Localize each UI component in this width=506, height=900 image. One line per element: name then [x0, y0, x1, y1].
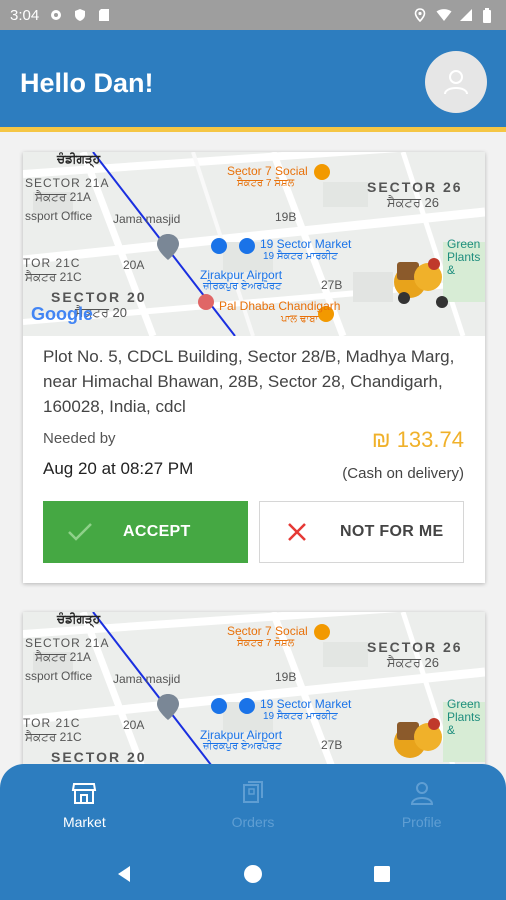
needed-by-date: Aug 20 at 08:27 PM	[43, 459, 194, 478]
map-label: Pal Dhaba Chandigarh	[219, 299, 341, 313]
nav-market[interactable]: Market	[0, 764, 169, 848]
map-label: SECTOR 20	[51, 289, 147, 305]
nav-market-label: Market	[62, 814, 106, 830]
map-label: ssport Office	[25, 209, 93, 223]
map-label: TOR 21C	[23, 716, 81, 730]
needed-by-label: Needed by	[43, 430, 116, 447]
map-label: SECTOR 26	[367, 179, 463, 195]
map-label: Green Plants &	[447, 697, 481, 737]
nav-orders-label: Orders	[231, 814, 275, 830]
map-label: ਸੈਕਟਰ 21A	[35, 190, 91, 204]
map-label: 27B	[321, 738, 343, 752]
map-label: ਸੈਕਟਰ 7 ਸੋਸ਼ਲ	[237, 638, 295, 649]
order-card[interactable]: ਚੰਡੀਗੜ੍ਹ SECTOR 21A ਸੈਕਟਰ 21A ssport Off…	[23, 612, 485, 772]
map-label: ਜ਼ੀਰਕਪੁਰ ਏਅਰਪੋਰਟ	[203, 281, 282, 292]
map-label: ਪਾਲ ਢਾਬਾ	[281, 314, 319, 325]
map-label: 19 ਸੈਕਟਰ ਮਾਰਕੀਟ	[263, 251, 338, 262]
sd-card-icon	[97, 8, 111, 22]
shield-icon	[73, 8, 87, 22]
map-label: 20A	[123, 258, 145, 272]
map-label: Jama masjid	[113, 212, 181, 226]
map-label: Jama masjid	[113, 672, 181, 686]
map-label: Zirakpur Airport	[200, 728, 283, 742]
signal-icon	[459, 8, 473, 22]
accept-button-label: ACCEPT	[123, 523, 191, 540]
google-logo: Google	[31, 304, 93, 324]
map-label: ਸੈਕਟਰ 21C	[25, 270, 82, 284]
map-label: 19B	[275, 210, 297, 224]
status-bar: 3:04	[0, 0, 506, 30]
profile-icon	[410, 782, 433, 805]
app-header: Hello Dan!	[0, 30, 506, 132]
home-icon[interactable]	[243, 864, 263, 884]
map-label: 19B	[275, 670, 297, 684]
avatar[interactable]	[425, 51, 487, 113]
bottom-nav: Market Orders Profile	[0, 764, 506, 848]
battery-icon	[482, 8, 496, 23]
payment-method: (Cash on delivery)	[342, 465, 464, 482]
map-label: ਜ਼ੀਰਕਪੁਰ ਏਅਰਪੋਰਟ	[203, 741, 282, 752]
map-label: SECTOR 21A	[25, 176, 110, 190]
order-map[interactable]: ਚੰਡੀਗੜ੍ਹ SECTOR 21A ਸੈਕਟਰ 21A ssport Off…	[23, 152, 485, 336]
map-label: 19 ਸੈਕਟਰ ਮਾਰਕੀਟ	[263, 711, 338, 722]
settings-icon	[49, 8, 63, 22]
map-label: 19 Sector Market	[260, 697, 352, 711]
map-label: SECTOR 20	[51, 749, 147, 765]
map-label: 19 Sector Market	[260, 237, 352, 251]
map-label: ਸੈਕਟਰ 21C	[25, 730, 82, 744]
accept-button[interactable]: ACCEPT	[43, 501, 248, 563]
market-icon	[72, 783, 97, 804]
map-label: 27B	[321, 278, 343, 292]
map-label: Green Plants &	[447, 237, 481, 277]
map-label: ਸੈਕਟਰ 7 ਸੋਸ਼ਲ	[237, 178, 295, 189]
map-label: SECTOR 26	[367, 639, 463, 655]
user-icon	[444, 70, 468, 95]
back-icon[interactable]	[114, 864, 134, 884]
status-time: 3:04	[10, 6, 40, 24]
greeting-title: Hello Dan!	[20, 68, 154, 98]
not-for-me-button[interactable]: NOT FOR ME	[259, 501, 464, 563]
nav-profile[interactable]: Profile	[337, 764, 506, 848]
map-label: ਸੈਕਟਰ 21A	[35, 650, 91, 664]
order-address: Plot No. 5, CDCL Building, Sector 28/B, …	[43, 347, 455, 416]
location-icon	[413, 8, 427, 23]
map-label: ਚੰਡੀਗੜ੍ਹ	[57, 152, 101, 166]
map-label: ssport Office	[25, 669, 93, 683]
map-label: ਚੰਡੀਗੜ੍ਹ	[57, 612, 101, 626]
nav-orders[interactable]: Orders	[169, 764, 338, 848]
order-price: ₪ 133.74	[371, 427, 464, 452]
map-label: ਸੈਕਟਰ 26	[387, 195, 439, 210]
nav-profile-label: Profile	[401, 814, 442, 830]
map-label: 20A	[123, 718, 145, 732]
map-label: Sector 7 Social	[227, 164, 308, 178]
order-map[interactable]: ਚੰਡੀਗੜ੍ਹ SECTOR 21A ਸੈਕਟਰ 21A ssport Off…	[23, 612, 485, 772]
recents-icon[interactable]	[372, 864, 392, 884]
check-icon	[65, 517, 95, 547]
not-for-me-button-label: NOT FOR ME	[340, 523, 444, 540]
wifi-icon	[436, 8, 452, 22]
order-card[interactable]: ਚੰਡੀਗੜ੍ਹ SECTOR 21A ਸੈਕਟਰ 21A ssport Off…	[23, 152, 485, 583]
system-nav-bar	[0, 848, 506, 900]
close-icon	[282, 517, 312, 547]
map-label: SECTOR 21A	[25, 636, 110, 650]
orders-icon	[243, 781, 263, 803]
map-label: TOR 21C	[23, 256, 81, 270]
map-label: Zirakpur Airport	[200, 268, 283, 282]
map-label: Sector 7 Social	[227, 624, 308, 638]
map-label: ਸੈਕਟਰ 26	[387, 655, 439, 670]
